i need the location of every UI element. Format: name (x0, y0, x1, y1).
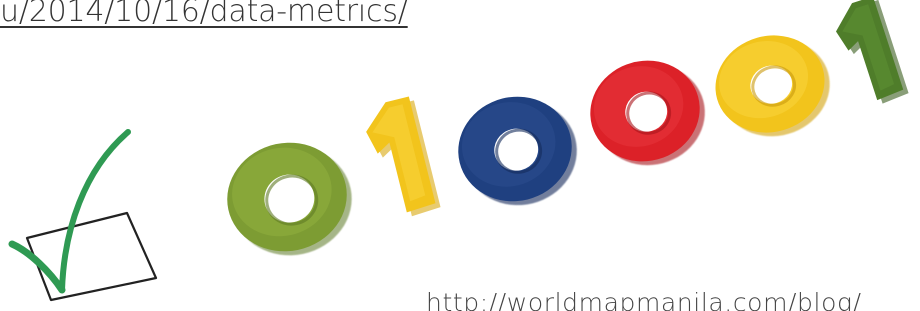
binary-digits-illustration (8, 0, 909, 302)
digit-one-green (836, 0, 909, 104)
checkbox-icon (25, 211, 158, 302)
credit-url-link[interactable]: http://worldmapmanila.com/blog/ (426, 288, 862, 311)
digit-zero-green (227, 142, 352, 256)
digit-zero-red (590, 60, 705, 166)
page: u/2014/10/16/data-metrics/ http://worldm… (0, 0, 920, 311)
digit-zero-yellow (715, 35, 830, 137)
digit-zero-blue (458, 96, 577, 206)
digit-one-yellow (366, 96, 441, 217)
